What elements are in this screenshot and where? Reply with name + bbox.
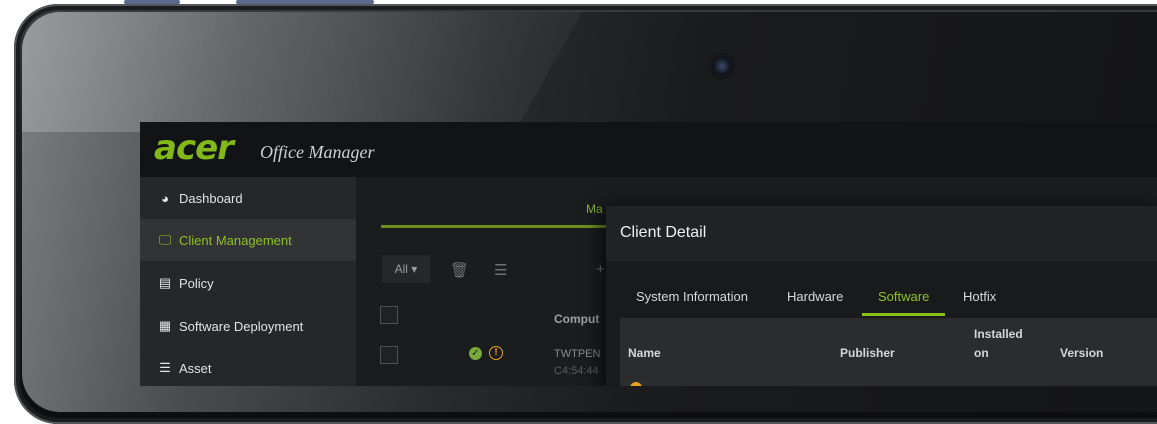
sidebar-item-client-management[interactable]: 🖵 Client Management xyxy=(140,219,356,261)
tab-hotfix[interactable]: Hotfix xyxy=(963,289,996,304)
sidebar-item-label: Policy xyxy=(179,275,214,291)
row-mac-address: C4:54:44 xyxy=(554,365,599,377)
product-name: Office Manager xyxy=(260,142,375,162)
row-checkbox[interactable] xyxy=(380,346,398,364)
status-ok-icon: ✓ xyxy=(469,347,482,360)
sidebar-item-dashboard[interactable]: ◕ Dashboard xyxy=(140,177,356,219)
software-table: Name Publisher Installed on Version xyxy=(620,318,1157,386)
filter-dropdown[interactable]: All ▾ xyxy=(382,255,430,283)
column-publisher[interactable]: Publisher xyxy=(840,344,895,363)
tab-system-information[interactable]: System Information xyxy=(636,289,748,304)
sidebar-item-label: Client Management xyxy=(179,232,292,248)
column-name[interactable]: Name xyxy=(628,344,661,363)
row-computer-name: TWTPEN xyxy=(554,348,601,360)
trash-icon[interactable]: 🗑 xyxy=(450,261,469,279)
column-computer[interactable]: Comput xyxy=(554,312,599,326)
add-icon[interactable]: + xyxy=(596,261,605,278)
sidebar-item-label: Dashboard xyxy=(179,190,243,206)
column-version[interactable]: Version xyxy=(1060,344,1103,363)
camera-icon xyxy=(711,55,733,77)
tab-hardware[interactable]: Hardware xyxy=(787,289,843,304)
sidebar-item-label: Software Deployment xyxy=(179,318,304,334)
sidebar: ◕ Dashboard 🖵 Client Management ▤ Policy… xyxy=(140,177,356,386)
status-warning-icon: ! xyxy=(489,346,503,360)
acer-logo: acer xyxy=(154,128,234,168)
dialog-title: Client Detail xyxy=(620,224,707,241)
sidebar-item-label: Asset xyxy=(179,360,212,376)
sidebar-item-policy[interactable]: ▤ Policy xyxy=(140,262,356,304)
app-header: acer Office Manager xyxy=(140,122,1157,177)
tab-underline xyxy=(381,225,611,228)
power-button xyxy=(236,0,374,4)
select-all-checkbox[interactable] xyxy=(380,306,398,324)
client-detail-dialog: Client Detail System Information Hardwar… xyxy=(606,206,1157,386)
grid-icon: ▦ xyxy=(158,318,172,333)
column-installed-on[interactable]: Installed on xyxy=(974,325,1034,363)
policy-document-icon: ▤ xyxy=(158,275,172,290)
pie-chart-icon: ◕ xyxy=(161,190,169,206)
glass-reflection xyxy=(22,12,582,132)
app-screen: acer Office Manager ◕ Dashboard 🖵 Client… xyxy=(140,122,1157,386)
tab-software[interactable]: Software xyxy=(878,289,929,304)
monitor-icon: 🖵 xyxy=(158,232,172,247)
sidebar-item-asset[interactable]: ☰ Asset xyxy=(140,347,356,386)
volume-button xyxy=(124,0,180,4)
sidebar-item-software-deployment[interactable]: ▦ Software Deployment xyxy=(140,305,356,347)
active-tab-underline xyxy=(862,313,945,316)
list-icon[interactable]: ☰ xyxy=(494,261,507,279)
tab-management[interactable]: Ma xyxy=(586,202,603,216)
list-icon: ☰ xyxy=(159,360,171,375)
dialog-header: Client Detail xyxy=(606,206,1157,261)
